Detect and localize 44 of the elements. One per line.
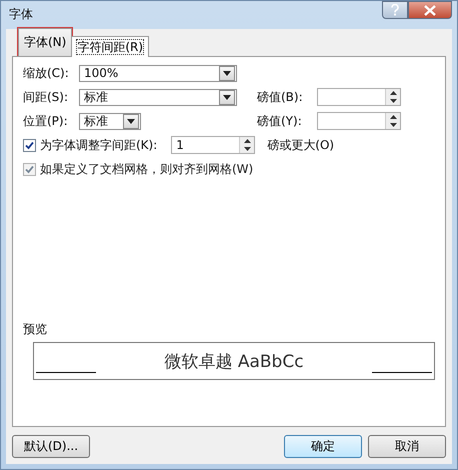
help-button[interactable]: [382, 1, 408, 19]
default-button[interactable]: 默认(D)...: [12, 435, 90, 458]
dropdown-button[interactable]: [219, 90, 235, 104]
up-arrow-icon: [244, 139, 251, 143]
spin-buttons[interactable]: [385, 89, 400, 105]
spin-buttons[interactable]: [239, 137, 254, 153]
baseline-rule: [372, 372, 432, 373]
field-label: 间距(S):: [23, 88, 70, 106]
tab[interactable]: 字体(N): [18, 28, 72, 56]
preview-sample-text: 微软卓越 AaBbCc: [164, 350, 304, 372]
dropdown-button[interactable]: [123, 114, 139, 128]
dropdown-field[interactable]: 标准: [79, 88, 237, 106]
checkbox[interactable]: [23, 138, 36, 152]
checkbox-label: 为字体调整字间距(K):: [40, 136, 158, 154]
baseline-rule: [36, 372, 96, 373]
up-arrow-icon: [390, 115, 396, 119]
spin-field[interactable]: [317, 88, 401, 106]
field-label: 缩放(C):: [23, 64, 70, 82]
down-arrow-icon: [390, 123, 396, 127]
caret-icon: [127, 118, 135, 124]
dialog-button[interactable]: 取消: [368, 435, 446, 458]
dropdown-button[interactable]: [219, 66, 235, 80]
spin-buttons[interactable]: [385, 113, 400, 129]
caret-icon: [223, 94, 231, 100]
caret-icon: [223, 70, 231, 76]
unit-label: 磅或更大(O): [267, 136, 334, 154]
down-arrow-icon: [244, 147, 251, 151]
spin-field[interactable]: [317, 112, 401, 130]
field-label: 位置(P):: [23, 112, 69, 130]
field-label: 磅值(B):: [257, 88, 304, 106]
dropdown-field[interactable]: 100%: [79, 64, 237, 82]
tab[interactable]: 字符间距(R): [71, 36, 150, 57]
field-label: 磅值(Y):: [257, 112, 303, 130]
question-mark-icon: [390, 4, 400, 16]
preview-label: 预览: [23, 321, 48, 338]
down-arrow-icon: [390, 99, 396, 103]
dialog-button[interactable]: 确定: [284, 435, 362, 458]
close-button[interactable]: [408, 1, 452, 19]
window-title: 字体: [9, 6, 33, 23]
dropdown-field[interactable]: 标准: [79, 112, 141, 130]
spin-field[interactable]: 1: [171, 136, 256, 154]
up-arrow-icon: [390, 91, 396, 95]
checkbox-label: 如果定义了文档网格，则对齐到网格(W): [40, 160, 254, 178]
close-icon: [424, 4, 436, 16]
